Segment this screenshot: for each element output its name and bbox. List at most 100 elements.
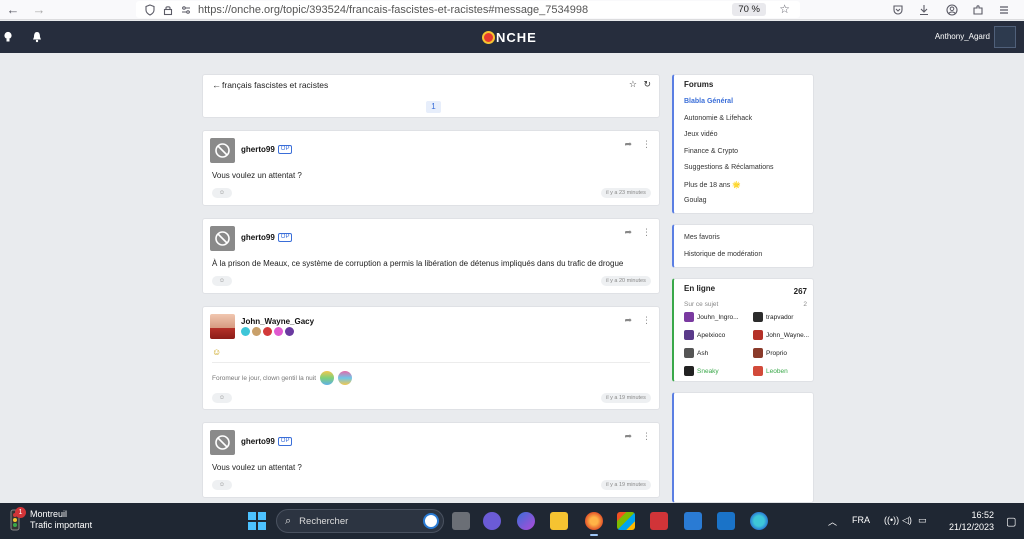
forward-arrow-icon[interactable]: → [30, 1, 48, 19]
extensions-icon[interactable] [972, 4, 984, 16]
post-author[interactable]: John_Wayne_Gacy [241, 317, 314, 326]
bookmark-star-icon[interactable]: ☆ [779, 2, 790, 16]
language-indicator[interactable]: FRA [852, 515, 870, 525]
online-user[interactable]: Jouhn_Ingro... [684, 312, 739, 322]
post-author[interactable]: gherto99 OP [241, 437, 293, 447]
bing-icon[interactable] [423, 513, 439, 529]
firefox-icon[interactable] [585, 512, 603, 530]
favorites-link[interactable]: Mes favoris [684, 234, 720, 241]
chevron-up-icon[interactable]: ︿ [828, 515, 837, 528]
post-time[interactable]: il y a 23 minutes [601, 188, 651, 198]
task-view-icon[interactable] [452, 512, 470, 530]
online-user[interactable]: Proprio [753, 348, 787, 358]
meet-icon[interactable] [483, 512, 501, 530]
share-icon[interactable]: ➦ [624, 139, 632, 150]
forum-link[interactable]: Jeux vidéo [684, 131, 717, 138]
op-badge: OP [277, 437, 293, 447]
refresh-icon[interactable]: ↻ [643, 79, 651, 90]
bell-icon[interactable] [32, 31, 42, 43]
notification-badge: 1 [15, 507, 26, 518]
search-placeholder: Rechercher [299, 515, 349, 527]
forum-link[interactable]: Suggestions & Réclamations [684, 164, 774, 171]
download-icon[interactable] [918, 4, 930, 16]
post-time[interactable]: il y a 19 minutes [601, 480, 651, 490]
signature: Foromeur le jour, clown gentil la nuit [212, 371, 353, 385]
online-user[interactable]: trapvador [753, 312, 793, 322]
page-number[interactable]: 1 [426, 101, 441, 113]
online-user[interactable]: Apelxioco [684, 330, 725, 340]
avatar[interactable] [210, 314, 235, 339]
back-arrow-icon[interactable]: ← [4, 1, 22, 19]
avatar [684, 366, 694, 376]
myapp-icon[interactable] [684, 512, 702, 530]
online-user[interactable]: Leoben [753, 366, 788, 376]
reaction-button[interactable]: ☺ [212, 393, 232, 403]
online-user[interactable]: Sneaky [684, 366, 719, 376]
battery-icon[interactable]: ▭ [918, 515, 927, 526]
back-arrow-icon[interactable]: ← [212, 80, 221, 90]
avatar[interactable] [210, 138, 235, 163]
forum-link[interactable]: Goulag [684, 197, 707, 204]
lock-icon[interactable] [162, 4, 174, 16]
lightbulb-icon[interactable] [3, 31, 13, 43]
mail-icon[interactable] [717, 512, 735, 530]
avatar[interactable] [210, 430, 235, 455]
avatar[interactable] [210, 226, 235, 251]
account-icon[interactable] [946, 4, 958, 16]
online-user[interactable]: Ash [684, 348, 708, 358]
more-options-icon[interactable]: ⋮ [642, 139, 651, 150]
more-options-icon[interactable]: ⋮ [642, 227, 651, 238]
more-options-icon[interactable]: ⋮ [642, 431, 651, 442]
favorite-star-icon[interactable]: ☆ [629, 79, 637, 90]
badge-icon[interactable] [252, 327, 261, 336]
reaction-button[interactable]: ☺ [212, 480, 232, 490]
menu-icon[interactable] [998, 4, 1010, 16]
forum-link[interactable]: Blabla Général [684, 98, 733, 105]
badge-icon[interactable] [241, 327, 250, 336]
post-time[interactable]: il y a 19 minutes [601, 393, 651, 403]
permissions-icon[interactable] [180, 4, 192, 16]
current-username[interactable]: Anthony_Agard [935, 32, 990, 41]
forum-link[interactable]: Autonomie & Lifehack [684, 115, 752, 122]
more-options-icon[interactable]: ⋮ [642, 315, 651, 326]
online-title: En ligne [684, 284, 716, 293]
moderation-history-link[interactable]: Historique de modération [684, 251, 762, 258]
weather-widget[interactable]: 1 Montreuil Trafic important [6, 507, 92, 531]
reaction-button[interactable]: ☺ [212, 188, 232, 198]
pocket-icon[interactable] [892, 4, 904, 16]
url-bar[interactable]: https://onche.org/topic/393524/francais-… [136, 1, 800, 18]
online-user[interactable]: John_Wayne... [753, 330, 809, 340]
forum-link[interactable]: Finance & Crypto [684, 148, 738, 155]
forum-link[interactable]: Plus de 18 ans 🌟 [684, 181, 741, 189]
taskbar-search[interactable]: ⌕ Rechercher [276, 509, 444, 533]
file-explorer-icon[interactable] [550, 512, 568, 530]
sidebar-panel [672, 392, 814, 503]
tlc-app-icon[interactable] [650, 512, 668, 530]
reaction-button[interactable]: ☺ [212, 276, 232, 286]
store-icon[interactable] [617, 512, 635, 530]
wifi-icon[interactable]: ((•)) [884, 515, 899, 525]
share-icon[interactable]: ➦ [624, 315, 632, 326]
copilot-icon[interactable] [517, 512, 535, 530]
sticker-image [320, 371, 335, 385]
badge-icon[interactable] [285, 327, 294, 336]
post-author[interactable]: gherto99 OP [241, 233, 293, 243]
badge-icon[interactable] [274, 327, 283, 336]
logo-text: NCHE [496, 30, 537, 45]
site-logo[interactable]: NCHE [482, 30, 537, 45]
post-time[interactable]: il y a 20 minutes [601, 276, 651, 286]
share-icon[interactable]: ➦ [624, 431, 632, 442]
start-button[interactable] [248, 512, 266, 530]
clock-time: 16:52 [971, 510, 994, 520]
share-icon[interactable]: ➦ [624, 227, 632, 238]
user-avatar[interactable] [994, 26, 1016, 48]
notifications-icon[interactable]: ▢ [1006, 515, 1016, 528]
clock[interactable]: 16:52 21/12/2023 [949, 509, 994, 533]
zoom-level[interactable]: 70 % [732, 3, 766, 16]
site-header: NCHE Anthony_Agard [0, 21, 1024, 53]
volume-icon[interactable]: ◁) [902, 515, 912, 526]
post-author[interactable]: gherto99 OP [241, 145, 293, 155]
badge-icon[interactable] [263, 327, 272, 336]
edge-icon[interactable] [750, 512, 768, 530]
shield-icon[interactable] [144, 3, 156, 16]
